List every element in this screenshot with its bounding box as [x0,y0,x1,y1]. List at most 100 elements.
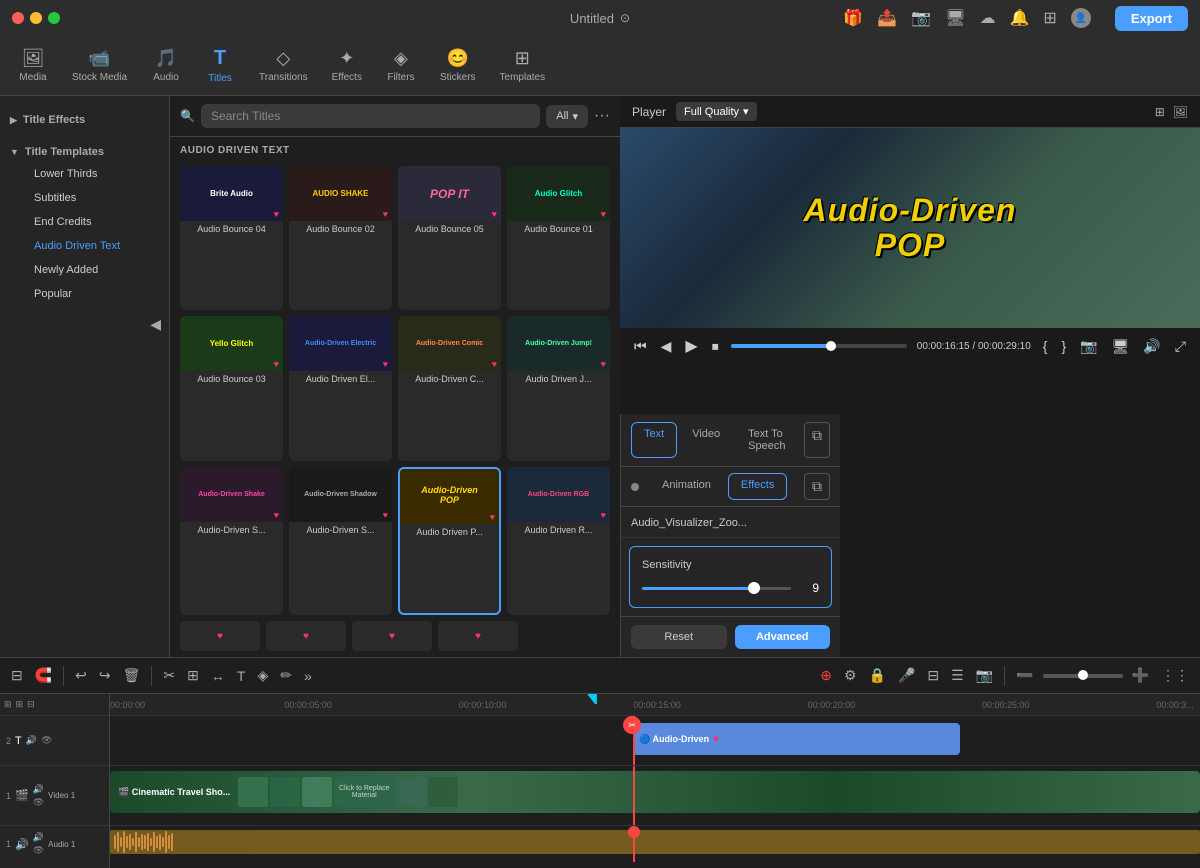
export-button[interactable]: Export [1115,6,1188,31]
visibility-track-icon[interactable]: 👁 [41,735,52,746]
tab-animation[interactable]: Animation [649,473,724,500]
mark-in-icon[interactable]: { [1041,336,1050,356]
more-tools-icon[interactable]: » [301,665,315,687]
mark-out-icon[interactable]: } [1059,336,1068,356]
monitor-out-icon[interactable]: 🖥 [1110,336,1132,357]
sidebar-item-newly-added[interactable]: Newly Added [10,258,159,282]
toolbar-effects[interactable]: ✦ Effects [322,42,372,89]
gift-icon[interactable]: 🎁 [843,8,863,28]
title-card-bounce03[interactable]: Yello Glitch ♥ Audio Bounce 03 [180,316,283,460]
toolbar-templates[interactable]: ⊞ Templates [490,42,556,89]
zoom-in-icon[interactable]: ➕ [1129,664,1152,687]
track-add-icon[interactable]: ⊞ [16,699,24,710]
title-templates-header[interactable]: ▼ Title Templates [10,142,159,162]
visibility-ctrl-icon[interactable]: 👁 [33,845,44,856]
toolbar-transitions[interactable]: ◇ Transitions [249,42,318,89]
search-input[interactable] [201,104,540,128]
crop-icon[interactable]: ↔ [208,665,228,687]
draw-icon[interactable]: ✏ [277,664,295,687]
visibility-icon[interactable]: 👁 [33,797,44,808]
monitor-icon[interactable]: 🖥 [945,8,965,28]
magnetic-icon[interactable]: 🧲 [32,664,55,687]
delete-icon[interactable]: 🗑 [120,664,144,687]
sidebar-item-end-credits[interactable]: End Credits [10,210,159,234]
stop-button[interactable]: ⏹ [710,336,721,357]
volume-icon[interactable]: 🔊 [33,784,44,795]
filter-all-button[interactable]: All ▾ [546,105,588,128]
undo-icon[interactable]: ↩ [72,664,90,687]
text-icon[interactable]: T [234,665,249,687]
sidebar-item-subtitles[interactable]: Subtitles [10,186,159,210]
cloud-icon[interactable]: ☁ [980,8,996,28]
tab-effects[interactable]: Effects [728,473,787,500]
settings-icon[interactable]: ⚙ [841,664,860,687]
grid-view-icon[interactable]: ⊞ [1155,105,1165,119]
text-clip[interactable]: 🔵 Audio-Driven ♥ [633,723,960,755]
lock-icon[interactable]: 🔒 [866,664,889,687]
snap-icon[interactable]: ⊞ [4,699,12,710]
title-card-shake[interactable]: AUDIO SHAKE ♥ Audio Bounce 02 [289,166,392,310]
fullscreen-icon[interactable]: ⤢ [1173,336,1188,357]
title-card-pop-it[interactable]: POP IT ♥ Audio Bounce 05 [398,166,501,310]
sidebar-item-lower-thirds[interactable]: Lower Thirds [10,162,159,186]
title-card-jump[interactable]: Audio-Driven Jump! ♥ Audio Driven J... [507,316,610,460]
more-card-3[interactable]: ♥ [352,621,432,651]
title-effects-header[interactable]: ▶ Title Effects [10,110,159,130]
video-clip[interactable]: 🎬 Cinematic Travel Sho... Click to Repla… [110,771,1200,813]
sidebar-item-audio-driven-text[interactable]: Audio Driven Text [10,234,159,258]
snapshot-icon[interactable]: 📷 [1078,336,1099,357]
panel-collapse-icon[interactable]: ◀ [150,316,161,333]
advanced-button[interactable]: Advanced [735,625,831,649]
title-card-comic[interactable]: Audio-Driven Comic ♥ Audio-Driven C... [398,316,501,460]
mic-icon[interactable]: 🎤 [895,664,918,687]
redo-icon[interactable]: ↪ [96,664,114,687]
sensitivity-slider[interactable] [642,587,791,590]
split-view-icon[interactable]: ⊟ [8,664,26,687]
grid-options-icon[interactable]: ⋮⋮ [1158,664,1192,687]
replace-material[interactable]: Click to Replace Material [334,777,394,807]
title-card-glitch[interactable]: Audio Glitch ♥ Audio Bounce 01 [507,166,610,310]
progress-bar[interactable] [731,344,907,348]
collapse-icon[interactable]: ⊟ [27,699,35,710]
toolbar-audio[interactable]: 🎵 Audio [141,42,191,89]
copy-icon[interactable]: ⧉ [804,422,830,458]
title-card-electric[interactable]: Audio-Driven Electric ♥ Audio Driven El.… [289,316,392,460]
title-card-rgb[interactable]: Audio-Driven RGB ♥ Audio Driven R... [507,467,610,615]
tab-text[interactable]: Text [631,422,677,458]
transform-icon[interactable]: ⊞ [184,664,202,687]
split-icon[interactable]: ✂ [160,664,178,687]
subtitle-icon[interactable]: ☰ [948,664,967,687]
toolbar-stickers[interactable]: 😊 Stickers [430,42,486,89]
frame-back-icon[interactable]: ◀ [659,336,674,357]
quality-selector[interactable]: Full Quality ▾ [676,102,757,121]
title-card-bounce04[interactable]: Brite Audio ♥ Audio Bounce 04 [180,166,283,310]
title-card-pop[interactable]: Audio-DrivenPOP ♥ Audio Driven P... [398,467,501,615]
maximize-button[interactable] [48,12,60,24]
image-view-icon[interactable]: 🖼 [1173,105,1188,119]
expand-icon[interactable]: ⧉ [804,473,830,500]
storyboard-icon[interactable]: ⊟ [924,664,942,687]
zoom-slider[interactable] [1043,674,1123,678]
trim-icon[interactable]: ◈ [254,664,271,687]
volume-icon[interactable]: 🔊 [1141,336,1162,357]
more-card-2[interactable]: ♥ [266,621,346,651]
more-card-4[interactable]: ♥ [438,621,518,651]
toolbar-titles[interactable]: T Titles [195,41,245,90]
add-track-icon[interactable]: ⊕ [817,664,835,687]
toolbar-stock-media[interactable]: 📹 Stock Media [62,42,137,89]
tab-video[interactable]: Video [679,422,733,458]
share-icon[interactable]: 📤 [877,8,897,28]
zoom-out-icon[interactable]: ➖ [1013,664,1036,687]
close-button[interactable] [12,12,24,24]
title-card-shadow[interactable]: Audio-Driven Shadow ♥ Audio-Driven S... [289,467,392,615]
play-button[interactable]: ▶ [683,334,699,358]
volume-track-icon[interactable]: 🔊 [26,735,37,746]
sidebar-item-popular[interactable]: Popular [10,282,159,306]
camera-icon[interactable]: 📷 [911,8,931,28]
reset-button[interactable]: Reset [631,625,727,649]
avatar-icon[interactable]: 👤 [1071,8,1091,28]
minimize-button[interactable] [30,12,42,24]
grid-icon[interactable]: ⊞ [1043,8,1056,28]
audio-wave-clip[interactable] [110,830,1200,854]
bell-icon[interactable]: 🔔 [1010,8,1030,28]
